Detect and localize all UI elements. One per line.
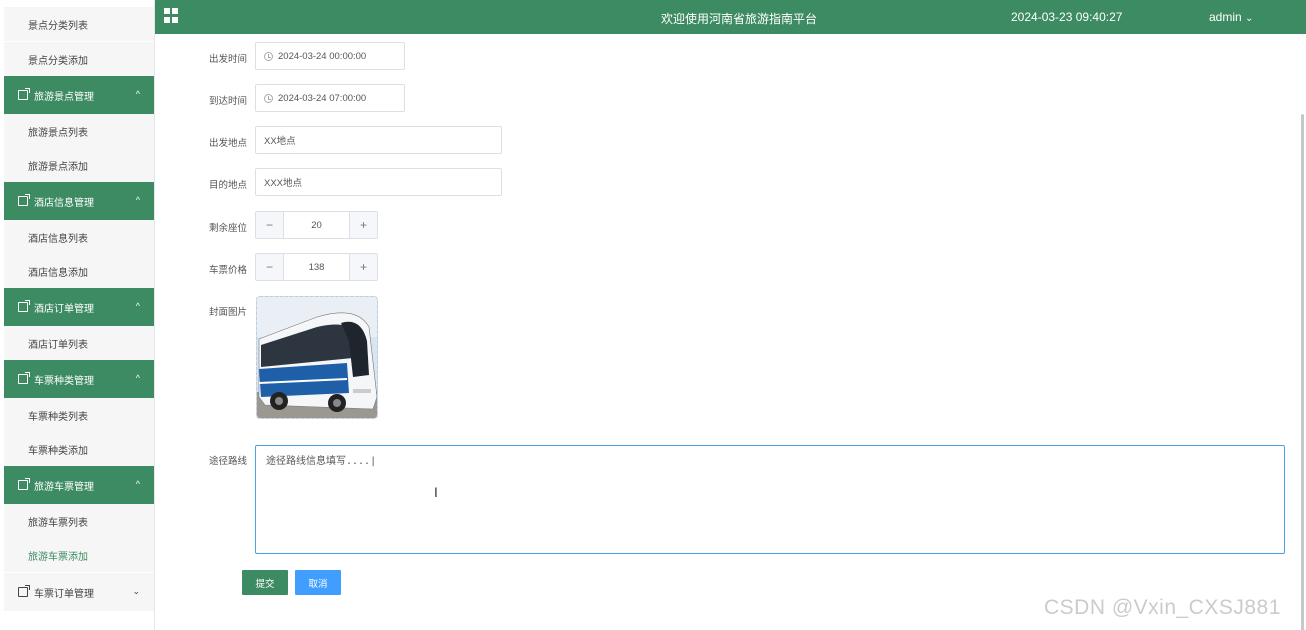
sidebar-item-category-add[interactable]: 景点分类添加 bbox=[4, 42, 154, 76]
clock-icon bbox=[264, 51, 273, 61]
route-label: 途径路线 bbox=[209, 456, 248, 467]
sidebar-item-category-list[interactable]: 景点分类列表 bbox=[4, 7, 154, 41]
departure-time-field[interactable]: 2024-03-24 00:00:00 bbox=[255, 42, 405, 70]
sidebar-group-hotel[interactable]: 酒店信息管理 ^ bbox=[4, 182, 154, 220]
chevron-up-icon: ^ bbox=[135, 195, 140, 205]
sidebar-item-hotel-add[interactable]: 酒店信息添加 bbox=[4, 254, 154, 288]
watermark: CSDN @Vxin_CXSJ881 bbox=[1044, 596, 1281, 619]
page-title: 欢迎使用河南省旅游指南平台 bbox=[661, 12, 818, 26]
price-value[interactable]: 138 bbox=[284, 254, 349, 280]
destination-input[interactable]: XXX地点 bbox=[255, 168, 502, 196]
chevron-up-icon: ^ bbox=[135, 301, 140, 311]
sidebar: 景点分类列表 景点分类添加 旅游景点管理 ^ 旅游景点列表 旅游景点添加 酒店信… bbox=[0, 0, 155, 630]
submit-button[interactable]: 提交 bbox=[242, 570, 288, 595]
edit-icon bbox=[18, 372, 30, 384]
seats-value[interactable]: 20 bbox=[284, 212, 349, 238]
plus-button[interactable]: + bbox=[349, 254, 377, 280]
sidebar-group-ticket[interactable]: 旅游车票管理 ^ bbox=[4, 466, 154, 504]
scrollbar[interactable] bbox=[1301, 114, 1304, 630]
sidebar-item-ticket-type-list[interactable]: 车票种类列表 bbox=[4, 398, 154, 432]
edit-icon bbox=[18, 300, 30, 312]
edit-icon bbox=[18, 478, 30, 490]
sidebar-item-hotel-list[interactable]: 酒店信息列表 bbox=[4, 220, 154, 254]
chevron-up-icon: ^ bbox=[135, 373, 140, 383]
price-stepper[interactable]: − 138 + bbox=[255, 253, 378, 281]
chevron-up-icon: ^ bbox=[135, 479, 140, 489]
destination-label: 目的地点 bbox=[209, 180, 248, 191]
edit-icon bbox=[18, 194, 30, 206]
plus-button[interactable]: + bbox=[349, 212, 377, 238]
arrival-time-label: 到达时间 bbox=[209, 96, 248, 107]
seats-label: 剩余座位 bbox=[209, 223, 248, 234]
arrival-time-field[interactable]: 2024-03-24 07:00:00 bbox=[255, 84, 405, 112]
sidebar-item-ticket-add[interactable]: 旅游车票添加 bbox=[4, 538, 154, 572]
chevron-up-icon: ^ bbox=[135, 89, 140, 99]
datetime-display: 2024-03-23 09:40:27 bbox=[1011, 10, 1123, 24]
cover-label: 封面图片 bbox=[209, 307, 248, 318]
seats-stepper[interactable]: − 20 + bbox=[255, 211, 378, 239]
cancel-button[interactable]: 取消 bbox=[295, 570, 341, 595]
cover-image-upload[interactable] bbox=[256, 296, 378, 419]
sidebar-item-scenic-add[interactable]: 旅游景点添加 bbox=[4, 148, 154, 182]
clock-icon bbox=[264, 93, 273, 103]
sidebar-item-ticket-type-add[interactable]: 车票种类添加 bbox=[4, 432, 154, 466]
edit-icon bbox=[18, 585, 30, 597]
top-header: 欢迎使用河南省旅游指南平台 2024-03-23 09:40:27 admin … bbox=[155, 0, 1306, 34]
sidebar-group-ticket-type[interactable]: 车票种类管理 ^ bbox=[4, 360, 154, 398]
sidebar-item-ticket-list[interactable]: 旅游车票列表 bbox=[4, 504, 154, 538]
text-cursor-icon: Ⅰ bbox=[434, 485, 438, 500]
chevron-down-icon: ⌄ bbox=[132, 586, 140, 596]
sidebar-group-hotel-order[interactable]: 酒店订单管理 ^ bbox=[4, 288, 154, 326]
ticket-add-form: 出发时间 2024-03-24 00:00:00 到达时间 2024-03-24… bbox=[155, 34, 1306, 630]
sidebar-group-scenic[interactable]: 旅游景点管理 ^ bbox=[4, 76, 154, 114]
route-textarea[interactable]: 途径路线信息填写....| bbox=[255, 445, 1285, 554]
sidebar-group-ticket-order[interactable]: 车票订单管理 ⌄ bbox=[4, 573, 154, 611]
edit-icon bbox=[18, 88, 30, 100]
user-menu[interactable]: admin ⌄ bbox=[1209, 10, 1253, 24]
app-root: 景点分类列表 景点分类添加 旅游景点管理 ^ 旅游景点列表 旅游景点添加 酒店信… bbox=[0, 0, 1306, 630]
minus-button[interactable]: − bbox=[256, 212, 284, 238]
minus-button[interactable]: − bbox=[256, 254, 284, 280]
departure-place-input[interactable]: XX地点 bbox=[255, 126, 502, 154]
menu-grid-icon[interactable] bbox=[164, 8, 179, 23]
sidebar-item-scenic-list[interactable]: 旅游景点列表 bbox=[4, 114, 154, 148]
sidebar-item-hotel-order-list[interactable]: 酒店订单列表 bbox=[4, 326, 154, 360]
username: admin bbox=[1209, 10, 1242, 24]
departure-place-label: 出发地点 bbox=[209, 138, 248, 149]
chevron-down-icon: ⌄ bbox=[1245, 13, 1254, 24]
bus-image bbox=[257, 297, 377, 418]
departure-time-label: 出发时间 bbox=[209, 54, 248, 65]
price-label: 车票价格 bbox=[209, 265, 248, 276]
